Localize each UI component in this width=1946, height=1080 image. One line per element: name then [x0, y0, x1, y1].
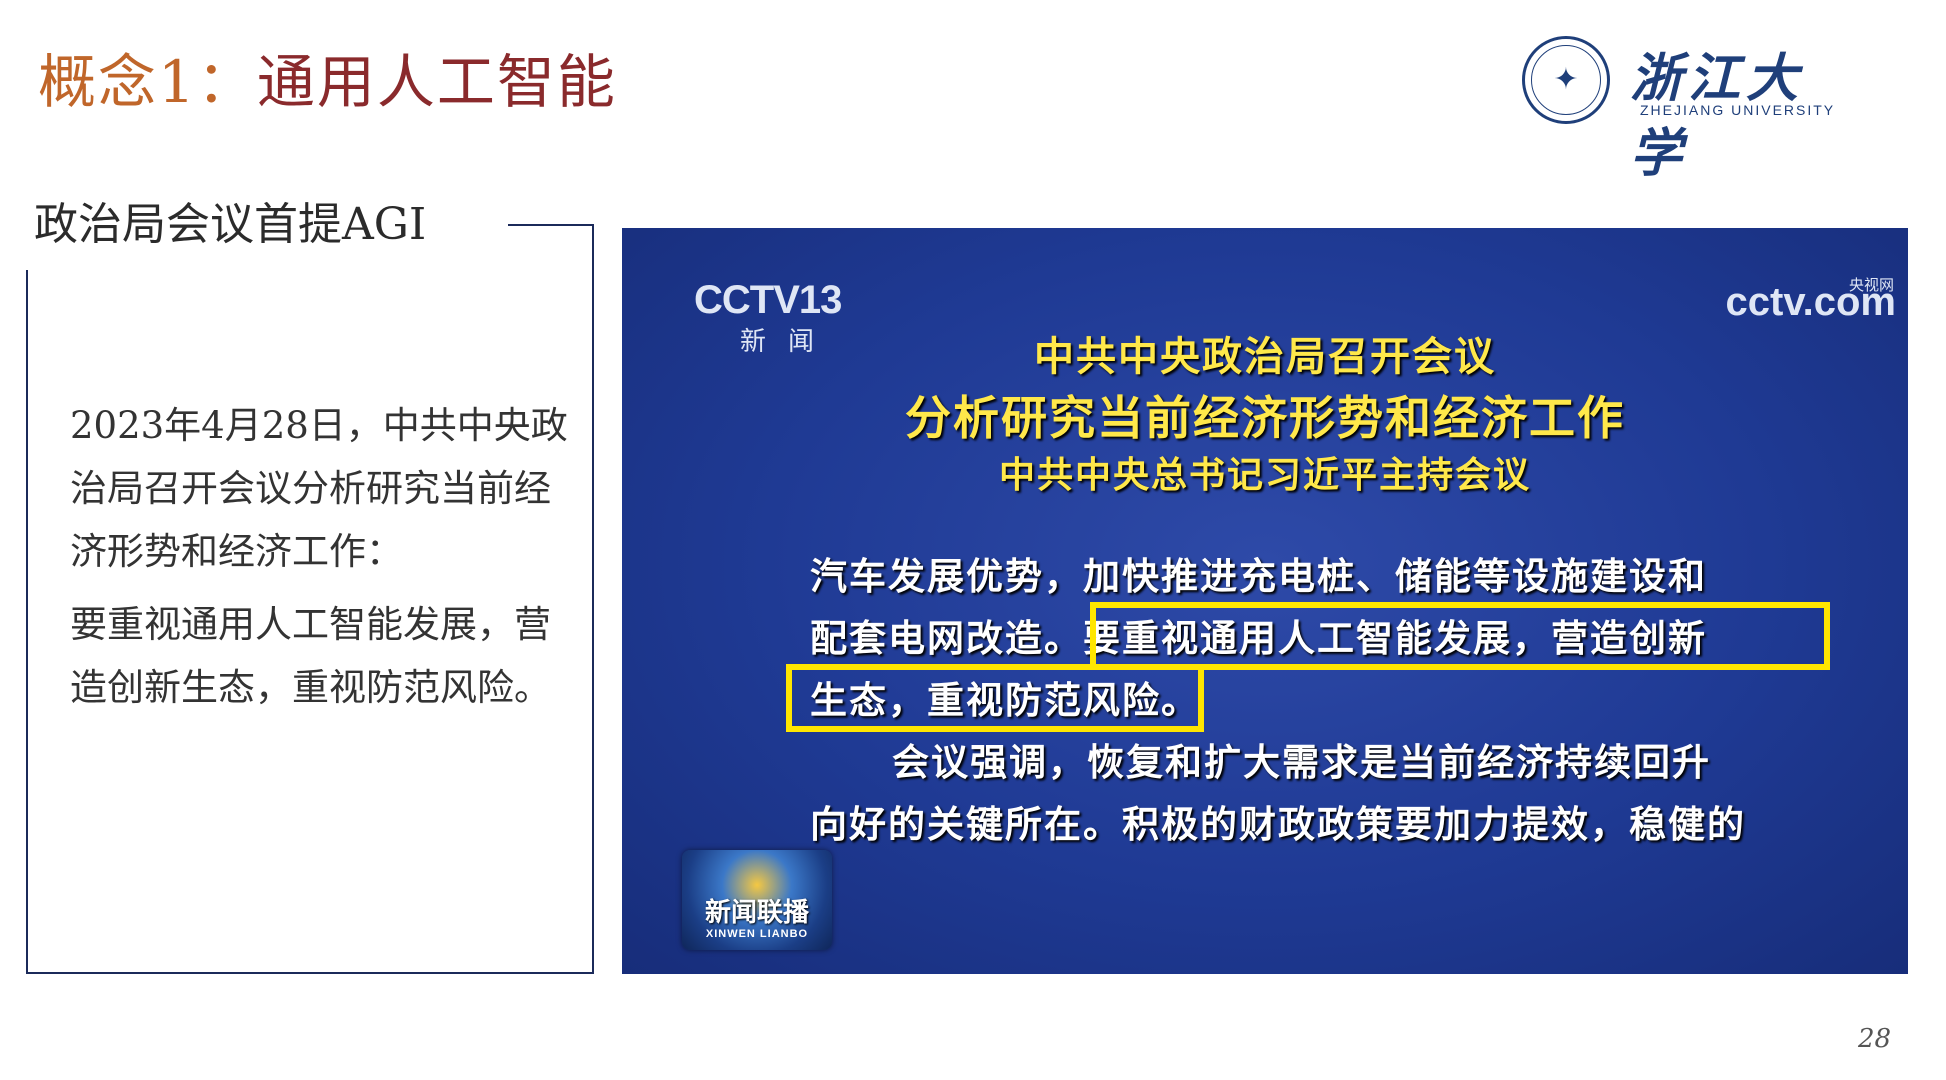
- title-main: 通用人工智能: [256, 48, 617, 116]
- paragraph-agi: 要重视通用人工智能发展，营造创新生态，重视防范风险。: [70, 603, 551, 709]
- caption-line-5: 向好的关键所在。积极的财政政策要加力提效，稳健的: [810, 803, 1746, 846]
- page-title: 概念1： 通用人工智能: [38, 32, 617, 122]
- university-logo: ✦ 浙江大学 ZHEJIANG UNIVERSITY: [1522, 32, 1852, 184]
- frame-line-top: [508, 224, 594, 226]
- frame-line-right: [592, 224, 594, 974]
- seal-emblem: ✦: [1553, 62, 1579, 97]
- highlight-box-2: [786, 664, 1204, 732]
- headline-2: 分析研究当前经济形势和经济工作: [905, 391, 1625, 445]
- cctvcom-tag: 央视网: [1848, 276, 1894, 294]
- news-screenshot: CCTV13 新闻 央视网 cctv.com 中共中央政治局召开会议 分析研究当…: [622, 228, 1908, 974]
- title-accent: 概念1：: [38, 48, 257, 116]
- xinwen-lianbo-logo: 新闻联播 XINWEN LIANBO: [682, 850, 832, 950]
- headline-1: 中共中央政治局召开会议: [1034, 334, 1496, 380]
- section-label: 政治局会议首提AGI: [34, 199, 427, 250]
- caption-line-4: 会议强调，恢复和扩大需求是当前经济持续回升: [892, 741, 1711, 784]
- paragraph-meeting: 2023年4月28日，中共中央政治局召开会议分析研究当前经济形势和经济工作：: [70, 404, 568, 573]
- headline-3: 中共中央总书记习近平主持会议: [998, 455, 1531, 496]
- xinwen-lianbo-cn: 新闻联播: [704, 898, 809, 928]
- frame-line-bottom: [26, 972, 594, 974]
- frame-line-left: [26, 270, 28, 974]
- page-number: 28: [1858, 1024, 1892, 1054]
- highlight-box-1: [1090, 602, 1830, 670]
- body-text: 2023年4月28日，中共中央政治局召开会议分析研究当前经济形势和经济工作： 要…: [70, 394, 570, 719]
- cctv13-logo-text: CCTV13: [694, 278, 842, 322]
- seal-icon: ✦: [1522, 36, 1610, 124]
- xinwen-lianbo-en: XINWEN LIANBO: [705, 928, 809, 940]
- cctvcom-logo: 央视网 cctv.com: [1726, 276, 1896, 325]
- caption-line-1: 汽车发展优势，加快推进充电桩、储能等设施建设和: [810, 555, 1707, 598]
- logo-name-en: ZHEJIANG UNIVERSITY: [1640, 102, 1836, 118]
